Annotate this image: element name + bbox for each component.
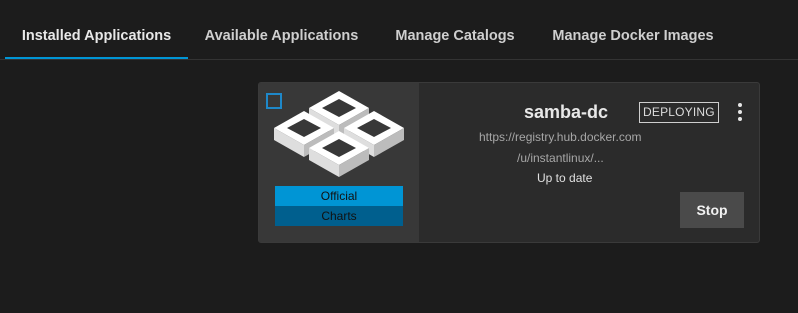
status-badge: DEPLOYING [639, 102, 719, 123]
active-tab-indicator [5, 57, 188, 59]
badge-charts: Charts [275, 206, 403, 226]
select-checkbox[interactable] [266, 93, 282, 109]
app-name: samba-dc [524, 102, 609, 122]
image-url-line-1: https://registry.hub.docker.com [479, 130, 642, 144]
image-url-line-2: /u/instantlinux/... [517, 151, 604, 165]
app-card: Official Charts samba-dc DEPLOYING https… [258, 82, 760, 243]
badge-official: Official [275, 186, 403, 206]
more-vert-icon[interactable] [734, 103, 746, 123]
tab-available-applications[interactable]: Available Applications [190, 0, 373, 60]
stop-button[interactable]: Stop [680, 192, 744, 228]
app-card-media: Official Charts [259, 83, 419, 242]
tab-manage-docker-images[interactable]: Manage Docker Images [540, 0, 726, 60]
tab-installed-applications[interactable]: Installed Applications [5, 0, 188, 60]
docker-image-icon [274, 89, 404, 189]
update-status: Up to date [537, 171, 593, 185]
tab-bar: Installed Applications Available Applica… [0, 0, 798, 60]
tab-manage-catalogs[interactable]: Manage Catalogs [375, 0, 535, 60]
